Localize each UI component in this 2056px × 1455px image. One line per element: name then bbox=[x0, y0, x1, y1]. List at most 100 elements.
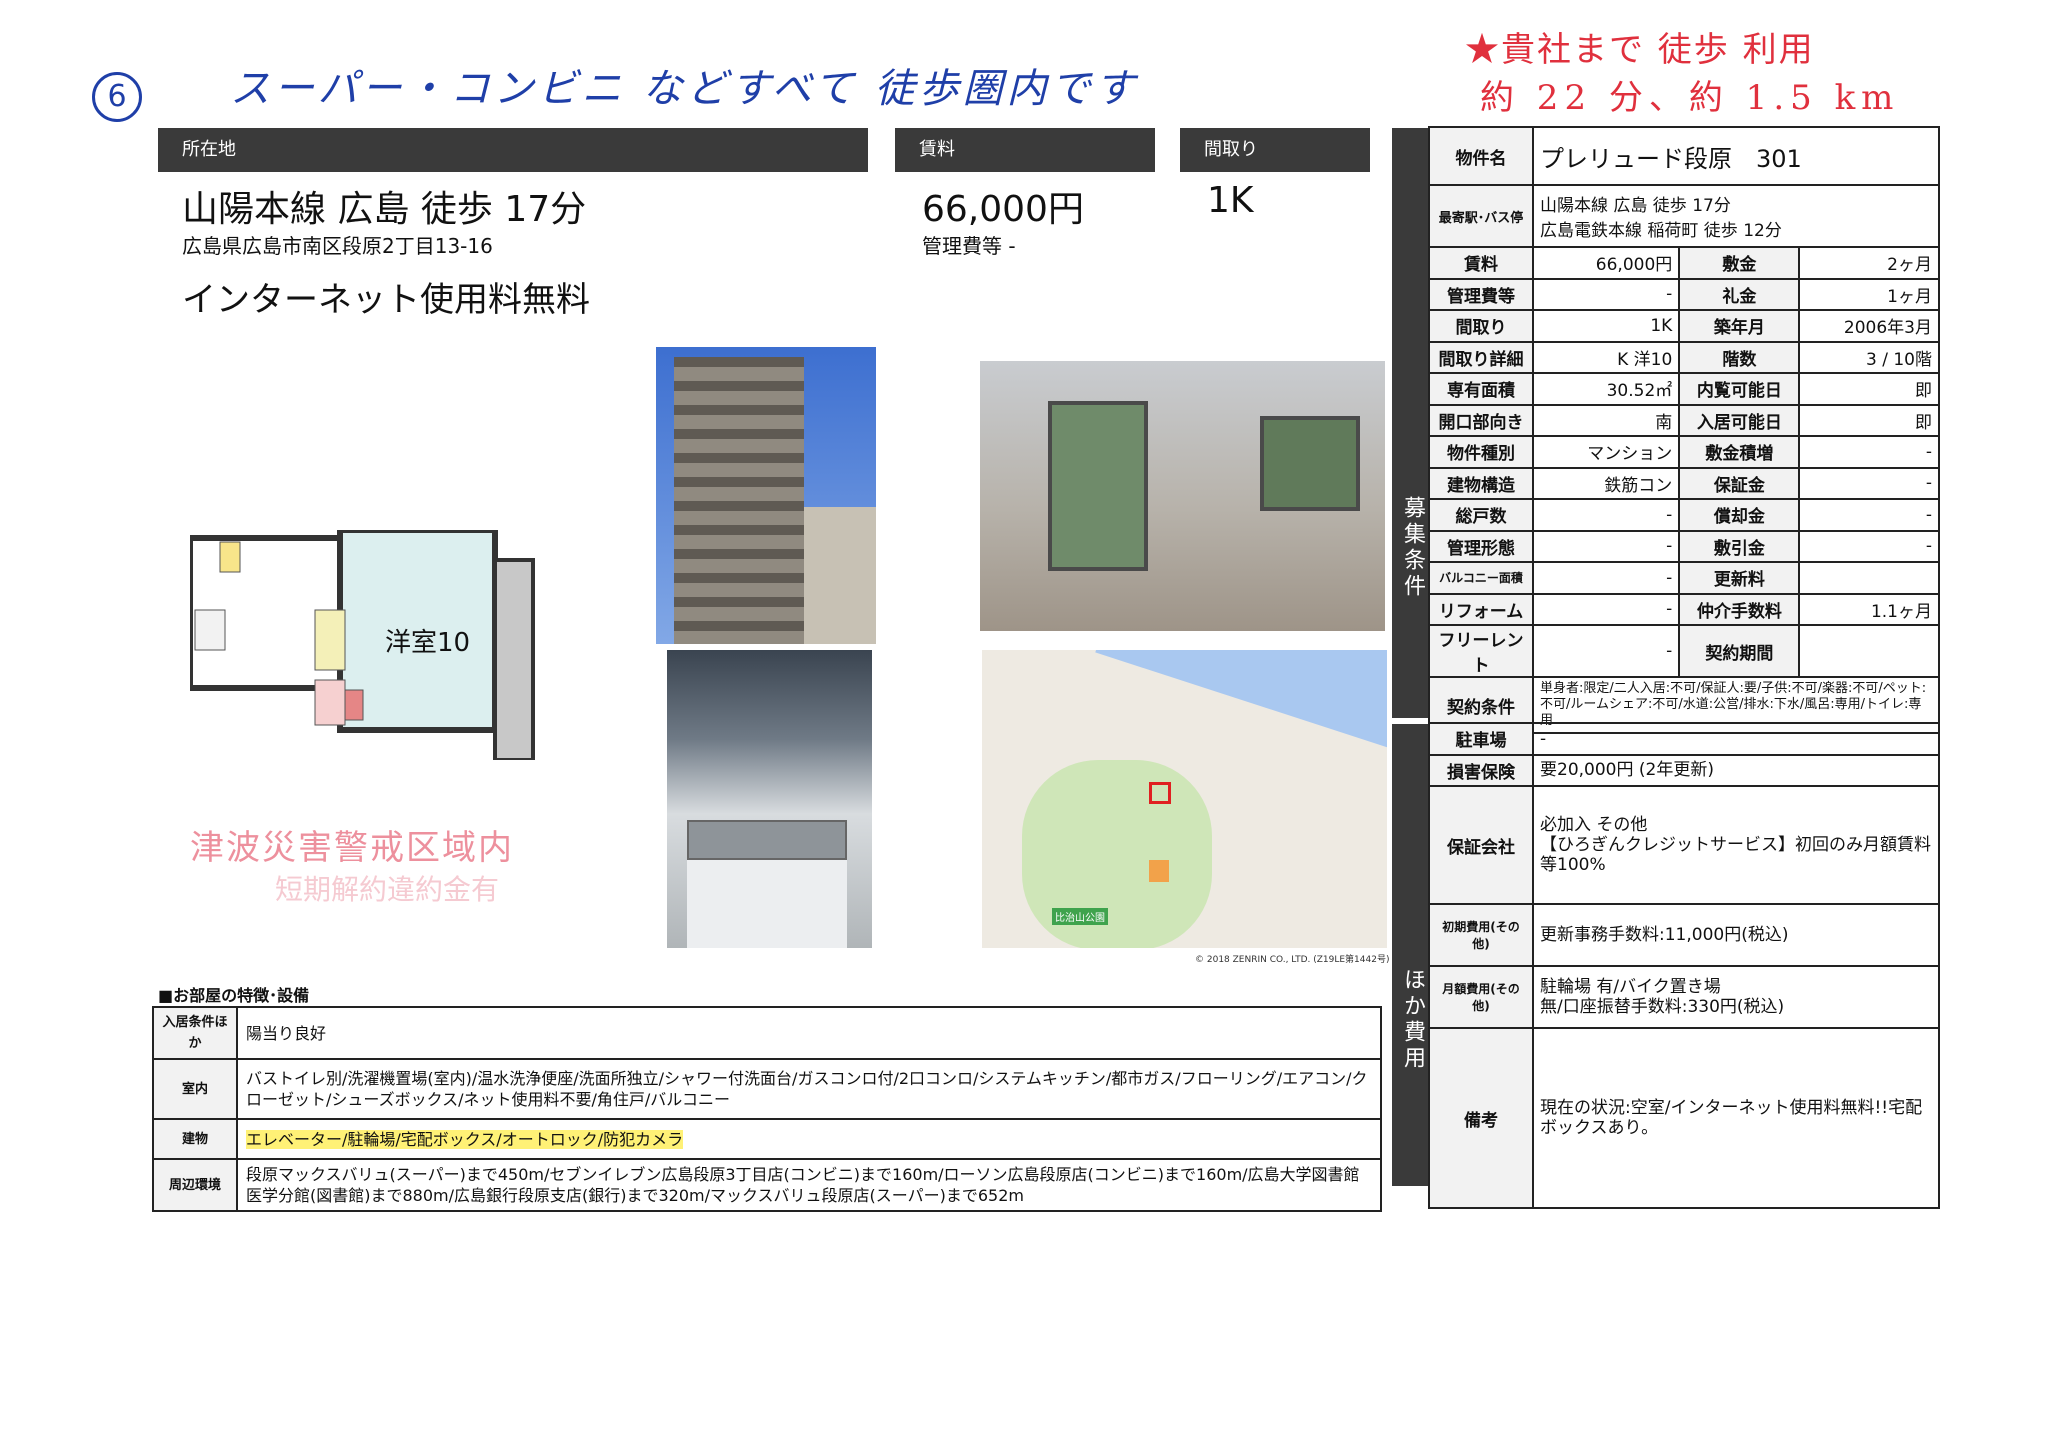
cost-label: 月額費用(その他) bbox=[1428, 965, 1534, 1029]
handwritten-travel-line2: 約 22 分、約 1.5 km bbox=[1480, 78, 1900, 118]
spec-section-label: 募集条件 bbox=[1392, 128, 1428, 718]
cost-label: 保証会社 bbox=[1428, 785, 1534, 905]
spec-row: 管理形態 - 敷引金 - bbox=[1428, 529, 1940, 563]
spec-value-right: - bbox=[1798, 529, 1940, 563]
spec-label-right: 築年月 bbox=[1678, 309, 1801, 343]
summary-rent: 66,000円 bbox=[922, 189, 1084, 230]
features-row-label: 周辺環境 bbox=[152, 1158, 238, 1212]
features-row-value: 段原マックスバリュ(スーパー)まで450m/セブンイレブン広島段原3丁目店(コン… bbox=[236, 1158, 1382, 1212]
handwritten-number-circle: 6 bbox=[92, 72, 142, 122]
features-row: 建物 エレベーター/駐輪場/宅配ボックス/オートロック/防犯カメラ bbox=[152, 1118, 1382, 1160]
features-row-value: 陽当り良好 bbox=[236, 1006, 1382, 1060]
features-row-label: 建物 bbox=[152, 1118, 238, 1160]
spec-row: 建物構造 鉄筋コン 保証金 - bbox=[1428, 466, 1940, 500]
station-label: 最寄駅･バス停 bbox=[1428, 184, 1534, 248]
cost-row: 駐車場 - bbox=[1428, 722, 1940, 756]
spec-value-right: - bbox=[1798, 498, 1940, 532]
features-table: 入居条件ほか 陽当り良好 室内 バストイレ別/洗濯機置場(室内)/温水洗浄便座/… bbox=[152, 1006, 1382, 1212]
cost-value: - bbox=[1532, 722, 1940, 756]
kitchen-photo bbox=[667, 650, 872, 948]
building-features-text: エレベーター/駐輪場/宅配ボックス/オートロック/防犯カメラ bbox=[246, 1129, 684, 1149]
spec-value-left: マンション bbox=[1531, 435, 1681, 469]
summary-mgmt-fee: 管理費等 - bbox=[922, 234, 1016, 258]
spec-label-left: 管理形態 bbox=[1428, 529, 1534, 563]
cost-value: 必加入 その他 【ひろぎんクレジットサービス】初回のみ月額賃料等100% bbox=[1532, 785, 1940, 905]
spec-row: 間取り 1K 築年月 2006年3月 bbox=[1428, 309, 1940, 343]
costs-section-label: ほか費用 bbox=[1392, 724, 1428, 1186]
room-interior-photo bbox=[980, 361, 1385, 631]
cost-value: 要20,000円 (2年更新) bbox=[1532, 753, 1940, 787]
spec-row: 総戸数 - 償却金 - bbox=[1428, 498, 1940, 532]
cost-row: 月額費用(その他) 駐輪場 有/バイク置き場 無/口座振替手数料:330円(税込) bbox=[1428, 965, 1940, 1029]
stamp-line2: 短期解約違約金有 bbox=[275, 873, 500, 906]
cost-row: 保証会社 必加入 その他 【ひろぎんクレジットサービス】初回のみ月額賃料等100% bbox=[1428, 785, 1940, 905]
spec-value-right: - bbox=[1798, 435, 1940, 469]
spec-value-left: K 洋10 bbox=[1531, 340, 1681, 374]
spec-value-right: 即 bbox=[1798, 372, 1940, 406]
summary-catch: インターネット使用料無料 bbox=[182, 280, 590, 320]
cost-row: 初期費用(その他) 更新事務手数料:11,000円(税込) bbox=[1428, 903, 1940, 967]
map-copyright: © 2018 ZENRIN CO., LTD. (Z19LE第1442号) bbox=[1195, 955, 1390, 965]
spec-label-left: リフォーム bbox=[1428, 592, 1534, 626]
features-row: 周辺環境 段原マックスバリュ(スーパー)まで450m/セブンイレブン広島段原3丁… bbox=[152, 1158, 1382, 1212]
spec-row: 物件種別 マンション 敷金積増 - bbox=[1428, 435, 1940, 469]
rent-header: 賃料 bbox=[895, 128, 1155, 172]
cost-label: 損害保険 bbox=[1428, 753, 1534, 787]
spec-value-left: 30.52㎡ bbox=[1531, 372, 1681, 406]
map-image: 比治山公園 bbox=[982, 650, 1387, 948]
summary-station: 山陽本線 広島 徒歩 17分 bbox=[182, 189, 587, 230]
spec-label-left: 物件種別 bbox=[1428, 435, 1534, 469]
spec-value-right: 1.1ヶ月 bbox=[1798, 592, 1940, 626]
spec-label-left: バルコニー面積 bbox=[1428, 561, 1534, 595]
spec-value-right: - bbox=[1798, 466, 1940, 500]
spec-value-left: - bbox=[1531, 624, 1681, 678]
spec-row: フリーレント - 契約期間 bbox=[1428, 624, 1940, 678]
spec-label-left: 総戸数 bbox=[1428, 498, 1534, 532]
spec-label-left: 間取り詳細 bbox=[1428, 340, 1534, 374]
spec-label-right: 契約期間 bbox=[1678, 624, 1801, 678]
spec-label-left: フリーレント bbox=[1428, 624, 1534, 678]
features-title: ■お部屋の特徴･設備 bbox=[158, 986, 310, 1005]
handwritten-travel-line1: ★貴社まで 徒歩 利用 bbox=[1465, 30, 1815, 70]
spec-value-left: - bbox=[1531, 277, 1681, 311]
spec-value-left: 南 bbox=[1531, 403, 1681, 437]
floorplan-room-label: 洋室10 bbox=[385, 628, 471, 658]
spec-value-right bbox=[1798, 561, 1940, 595]
station-line1: 山陽本線 広島 徒歩 17分 bbox=[1540, 196, 1731, 216]
spec-row: 間取り詳細 K 洋10 階数 3 / 10階 bbox=[1428, 340, 1940, 374]
spec-label-right: 仲介手数料 bbox=[1678, 592, 1801, 626]
spec-value-right bbox=[1798, 624, 1940, 678]
spec-value-right: 即 bbox=[1798, 403, 1940, 437]
spec-value-right: 2ヶ月 bbox=[1798, 246, 1940, 280]
cost-label: 駐車場 bbox=[1428, 722, 1534, 756]
cost-label: 初期費用(その他) bbox=[1428, 903, 1534, 967]
spec-row: 管理費等 - 礼金 1ヶ月 bbox=[1428, 277, 1940, 311]
spec-label-left: 賃料 bbox=[1428, 246, 1534, 280]
features-row-label: 室内 bbox=[152, 1058, 238, 1120]
spec-value-right: 2006年3月 bbox=[1798, 309, 1940, 343]
cost-row: 損害保険 要20,000円 (2年更新) bbox=[1428, 753, 1940, 787]
spec-value-right: 3 / 10階 bbox=[1798, 340, 1940, 374]
handwritten-note: スーパー・コンビニ などすべて 徒歩圏内です bbox=[230, 66, 1139, 112]
layout-header: 間取り bbox=[1180, 128, 1370, 172]
spec-label-right: 内覧可能日 bbox=[1678, 372, 1801, 406]
cost-label: 備考 bbox=[1428, 1027, 1534, 1209]
spec-label-left: 専有面積 bbox=[1428, 372, 1534, 406]
floorplan-image: 洋室10 bbox=[187, 527, 550, 762]
station-value: 山陽本線 広島 徒歩 17分 広島電鉄本線 稲荷町 徒歩 12分 bbox=[1532, 184, 1940, 248]
spec-label-right: 償却金 bbox=[1678, 498, 1801, 532]
spec-label-left: 開口部向き bbox=[1428, 403, 1534, 437]
summary-address: 広島県広島市南区段原2丁目13-16 bbox=[182, 234, 493, 258]
features-row-label: 入居条件ほか bbox=[152, 1006, 238, 1060]
costs-table: 駐車場 - 損害保険 要20,000円 (2年更新) 保証会社 必加入 その他 【ひろぎん… bbox=[1428, 722, 1940, 1209]
spec-row: 賃料 66,000円 敷金 2ヶ月 bbox=[1428, 246, 1940, 280]
spec-label-right: 階数 bbox=[1678, 340, 1801, 374]
spec-label-right: 敷金 bbox=[1678, 246, 1801, 280]
cost-row: 備考 現在の状況:空室/インターネット使用料無料!!宅配ボックスあり。 bbox=[1428, 1027, 1940, 1209]
features-row-value: エレベーター/駐輪場/宅配ボックス/オートロック/防犯カメラ bbox=[236, 1118, 1382, 1160]
station-line2: 広島電鉄本線 稲荷町 徒歩 12分 bbox=[1540, 221, 1782, 241]
spec-value-left: 鉄筋コン bbox=[1531, 466, 1681, 500]
handwritten-number: 6 bbox=[107, 79, 127, 114]
spec-table: 物件名 プレリュード段原 301 最寄駅･バス停 山陽本線 広島 徒歩 17分 … bbox=[1428, 126, 1940, 734]
location-header: 所在地 bbox=[158, 128, 868, 172]
